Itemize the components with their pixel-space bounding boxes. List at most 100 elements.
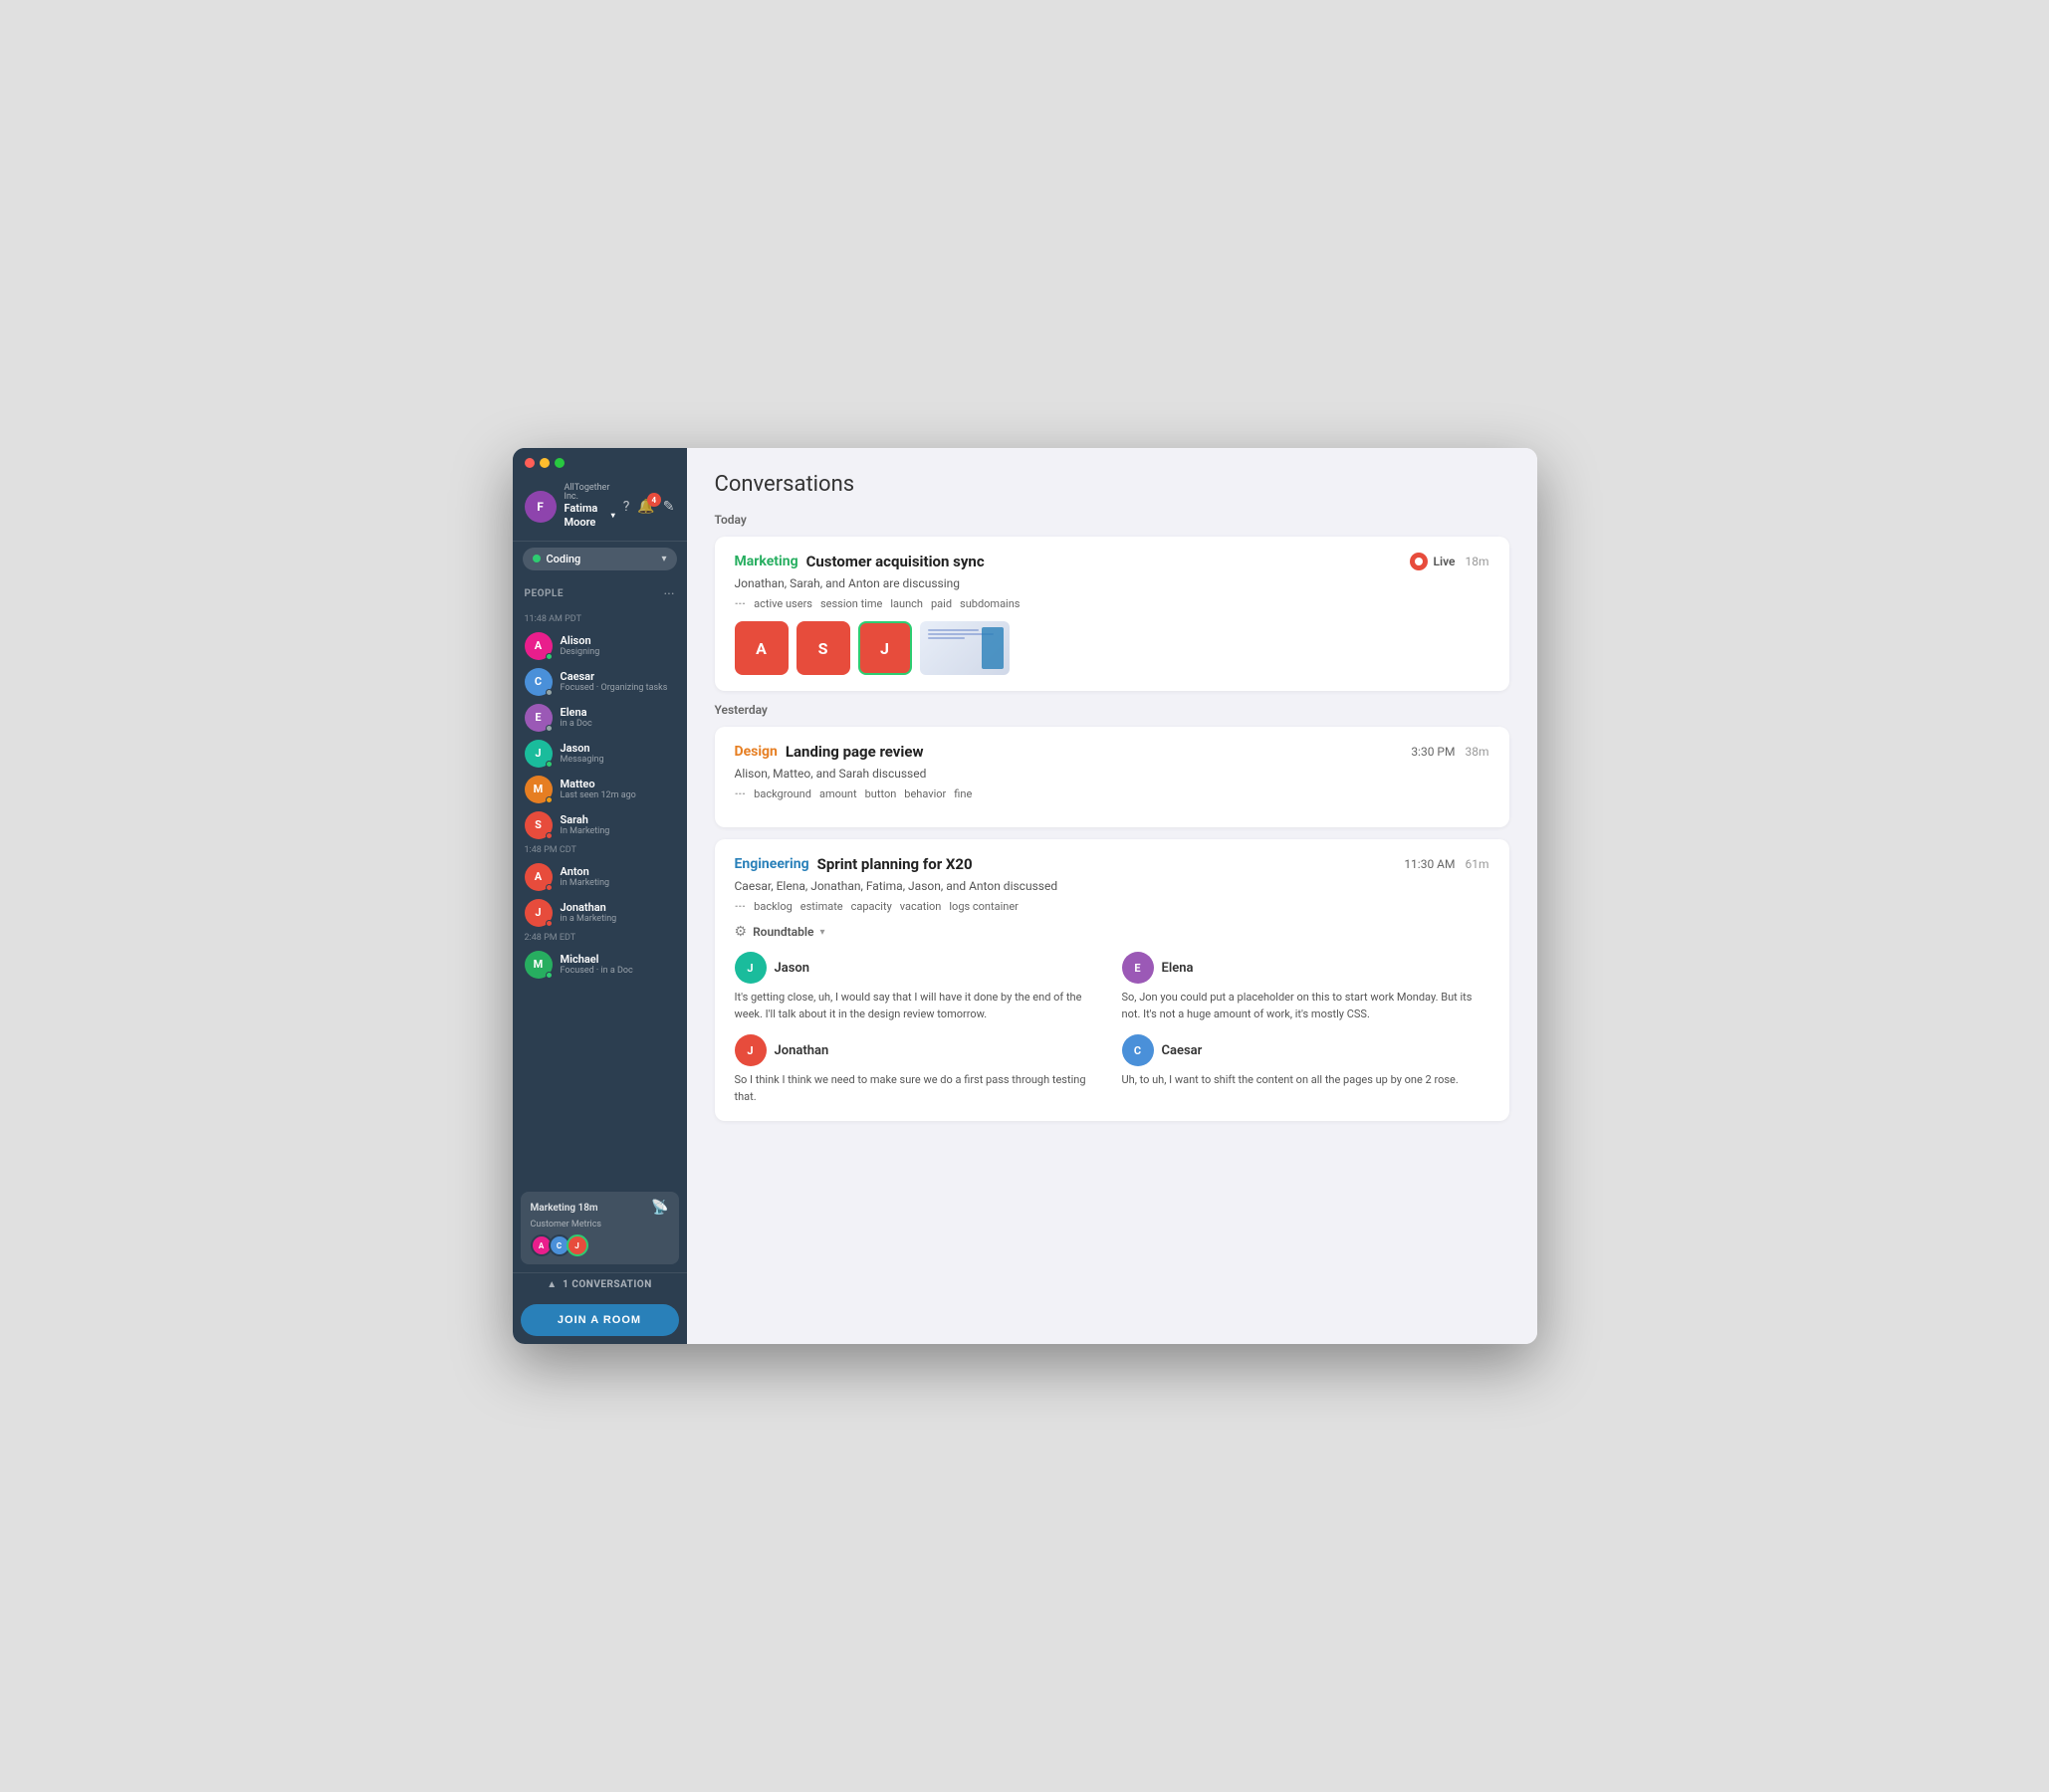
rt-jonathan-name: Jonathan	[775, 1043, 829, 1058]
sidebar-header: F AllTogether Inc. Fatima Moore ▾ ? 🔔 4	[513, 476, 687, 542]
help-icon[interactable]: ?	[623, 499, 630, 515]
user-org: AllTogether Inc.	[565, 484, 615, 502]
roundtable-person-elena: E Elena So, Jon you could put a placehol…	[1122, 952, 1489, 1022]
live-icon	[1410, 553, 1428, 570]
sidebar: F AllTogether Inc. Fatima Moore ▾ ? 🔔 4	[513, 448, 687, 1344]
conv-avatar-jonathan: J	[858, 621, 912, 675]
anton-status: in Marketing	[561, 878, 675, 889]
person-item-matteo[interactable]: M Matteo Last seen 12m ago	[513, 772, 687, 807]
sarah-status-dot	[546, 832, 553, 839]
rt-elena-avatar: E	[1122, 952, 1154, 984]
main-title: Conversations	[715, 472, 1509, 497]
marketing-card-name: Customer acquisition sync	[806, 553, 985, 570]
sarah-status: In Marketing	[561, 826, 675, 837]
person-item-anton[interactable]: A Anton in Marketing	[513, 859, 687, 895]
person-item-jonathan[interactable]: J Jonathan in a Marketing	[513, 895, 687, 931]
person-item-elena[interactable]: E Elena in a Doc	[513, 700, 687, 736]
marketing-title-row: Marketing Customer acquisition sync	[735, 553, 985, 570]
design-title-row: Design Landing page review	[735, 743, 924, 761]
notification-badge: 4	[647, 493, 661, 507]
caesar-status: Focused · Organizing tasks	[561, 683, 675, 694]
engineering-participants: Caesar, Elena, Jonathan, Fatima, Jason, …	[735, 879, 1489, 893]
caesar-details: Caesar Focused · Organizing tasks	[561, 670, 675, 694]
engineering-card-header: Engineering Sprint planning for X20 11:3…	[735, 855, 1489, 873]
close-button[interactable]	[525, 458, 535, 468]
people-label: PEOPLE	[525, 588, 564, 599]
jason-name: Jason	[561, 742, 675, 755]
michael-avatar-wrap: M	[525, 951, 553, 979]
elena-status: in a Doc	[561, 719, 675, 730]
person-item-caesar[interactable]: C Caesar Focused · Organizing tasks	[513, 664, 687, 700]
person-item-sarah[interactable]: S Sarah In Marketing	[513, 807, 687, 843]
matteo-details: Matteo Last seen 12m ago	[561, 778, 675, 801]
marketing-duration: 18m	[1465, 555, 1488, 568]
jason-avatar-wrap: J	[525, 740, 553, 768]
sarah-name: Sarah	[561, 813, 675, 826]
elena-status-dot	[546, 725, 553, 732]
conversation-toggle[interactable]: ▲ 1 CONVERSATION	[513, 1272, 687, 1296]
user-info: AllTogether Inc. Fatima Moore ▾	[565, 484, 615, 531]
michael-status-dot	[546, 972, 553, 979]
jonathan-details: Jonathan in a Marketing	[561, 901, 675, 925]
elena-avatar-wrap: E	[525, 704, 553, 732]
user-name: Fatima Moore ▾	[565, 502, 615, 531]
anton-status-dot	[546, 884, 553, 891]
screen-blue-block	[982, 627, 1004, 669]
user-row: F AllTogether Inc. Fatima Moore ▾ ? 🔔 4	[525, 484, 675, 531]
marketing-card-header: Marketing 18m 📡	[531, 1200, 669, 1216]
screen-share-thumbnail	[920, 621, 1010, 675]
person-item-alison[interactable]: A Alison Designing	[513, 628, 687, 664]
design-card-header: Design Landing page review 3:30 PM 38m	[735, 743, 1489, 761]
sidebar-bottom: Marketing 18m 📡 Customer Metrics A C J ▲…	[513, 1184, 687, 1344]
matteo-status: Last seen 12m ago	[561, 790, 675, 801]
time-group-2-label: 1:48 PM CDT	[513, 843, 687, 859]
engineering-time: 11:30 AM	[1404, 857, 1455, 871]
engineering-category: Engineering	[735, 856, 809, 872]
marketing-card-main-header: Marketing Customer acquisition sync Live…	[735, 553, 1489, 570]
minimize-button[interactable]	[540, 458, 550, 468]
jason-details: Jason Messaging	[561, 742, 675, 766]
join-room-button[interactable]: JOIN A ROOM	[521, 1304, 679, 1336]
design-category: Design	[735, 744, 778, 760]
engineering-card-name: Sprint planning for X20	[817, 855, 973, 873]
rt-jason-header: J Jason	[735, 952, 1102, 984]
conv-avatar-sarah: S	[797, 621, 850, 675]
compose-icon[interactable]: ✎	[663, 499, 675, 515]
roundtable-person-jonathan: J Jonathan So I think I think we need to…	[735, 1034, 1102, 1105]
notifications-icon[interactable]: 🔔 4	[637, 499, 654, 515]
status-text: Coding	[547, 553, 656, 565]
person-item-jason[interactable]: J Jason Messaging	[513, 736, 687, 772]
live-badge: Live	[1410, 553, 1455, 570]
roundtable-grid: J Jason It's getting close, uh, I would …	[735, 952, 1489, 1105]
yesterday-label: Yesterday	[715, 703, 1509, 717]
rt-caesar-avatar: C	[1122, 1034, 1154, 1066]
today-label: Today	[715, 513, 1509, 527]
alison-name: Alison	[561, 634, 675, 647]
time-group-3-label: 2:48 PM EDT	[513, 931, 687, 947]
rt-elena-header: E Elena	[1122, 952, 1489, 984]
rt-elena-quote: So, Jon you could put a placeholder on t…	[1122, 990, 1489, 1022]
marketing-live-card[interactable]: Marketing 18m 📡 Customer Metrics A C J	[521, 1192, 679, 1264]
roundtable-header[interactable]: ⚙ Roundtable ▾	[735, 924, 1489, 940]
elena-name: Elena	[561, 706, 675, 719]
roundtable-chevron: ▾	[819, 927, 824, 938]
maximize-button[interactable]	[555, 458, 565, 468]
michael-name: Michael	[561, 953, 675, 966]
design-duration: 38m	[1465, 745, 1488, 759]
marketing-category: Marketing	[735, 554, 798, 569]
rt-caesar-name: Caesar	[1162, 1043, 1203, 1058]
rt-caesar-quote: Uh, to uh, I want to shift the content o…	[1122, 1072, 1489, 1089]
anton-name: Anton	[561, 865, 675, 878]
roundtable-gear-icon: ⚙	[735, 924, 748, 940]
rt-jonathan-quote: So I think I think we need to make sure …	[735, 1072, 1102, 1105]
people-header: PEOPLE ···	[525, 586, 675, 602]
michael-details: Michael Focused · in a Doc	[561, 953, 675, 977]
people-menu[interactable]: ···	[664, 586, 675, 602]
status-bar[interactable]: Coding ▾	[523, 548, 677, 570]
rt-jason-avatar: J	[735, 952, 767, 984]
michael-status: Focused · in a Doc	[561, 966, 675, 977]
person-item-michael[interactable]: M Michael Focused · in a Doc	[513, 947, 687, 983]
rt-jason-name: Jason	[775, 961, 810, 976]
rt-jonathan-avatar: J	[735, 1034, 767, 1066]
design-conversation-card: Design Landing page review 3:30 PM 38m A…	[715, 727, 1509, 827]
